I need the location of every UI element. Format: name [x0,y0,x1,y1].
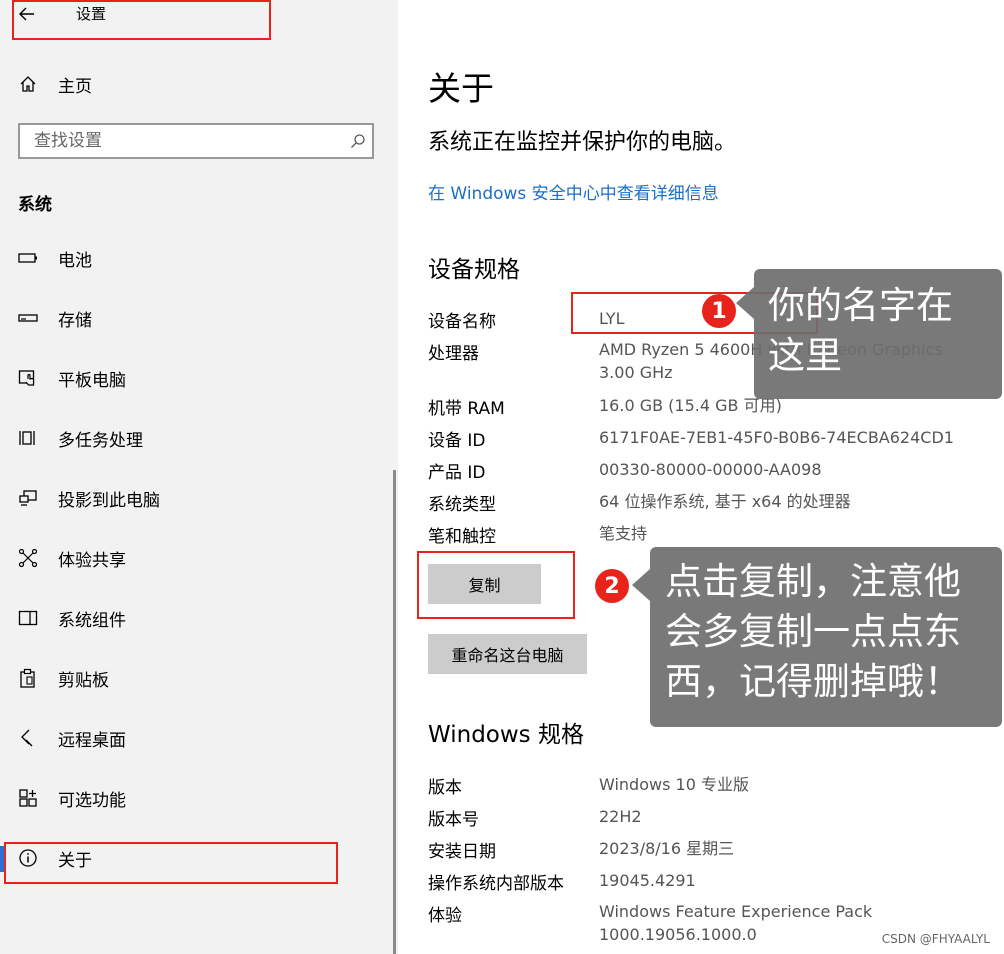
sidebar-item-label: 系统组件 [58,610,126,631]
spec-label: 安装日期 [428,842,496,862]
sidebar-item-battery[interactable]: 电池 [0,238,390,278]
main-content: 关于 系统正在监控并保护你的电脑。 在 Windows 安全中心中查看详细信息 … [398,0,1004,954]
spec-label: 版本 [428,778,462,798]
sidebar-item-label: 体验共享 [58,550,126,571]
security-center-link[interactable]: 在 Windows 安全中心中查看详细信息 [428,179,719,204]
section-title: 系统 [18,195,52,215]
spec-label: 体验 [428,906,462,926]
sidebar-item-multitasking[interactable]: 多任务处理 [0,418,390,458]
sidebar-item-label: 电池 [58,250,92,271]
search-icon[interactable] [344,133,372,149]
callout-text-line: 点击复制，注意他 [665,560,961,603]
sidebar-item-label: 平板电脑 [58,370,126,391]
sidebar-item-label: 投影到此电脑 [58,490,160,511]
copy-button[interactable]: 复制 [428,564,541,604]
spec-value-os-build: 19045.4291 [599,871,696,890]
project-icon [18,488,38,508]
sidebar-item-home[interactable]: 主页 [18,70,92,98]
app-title: 设置 [76,5,107,23]
storage-icon [18,308,38,328]
protection-status: 系统正在监控并保护你的电脑。 [428,130,737,155]
sidebar-item-label: 存储 [58,310,92,331]
components-icon [18,608,38,628]
sidebar-item-optional-features[interactable]: 可选功能 [0,778,390,818]
annotation-callout-1: 你的名字在 这里 [736,269,1002,399]
spec-label: 设备名称 [428,312,496,332]
annotation-badge-2: 2 [595,569,629,603]
sidebar-item-share[interactable]: 体验共享 [0,538,390,578]
callout-arrow [736,287,754,319]
sidebar-item-tablet[interactable]: 平板电脑 [0,358,390,398]
watermark: CSDN @FHYAALYL [881,932,990,946]
share-icon [18,548,38,568]
spec-label: 版本号 [428,810,479,830]
page-title: 关于 [428,69,494,108]
rename-pc-button[interactable]: 重命名这台电脑 [428,634,587,674]
callout-text-line: 会多复制一点点东 [665,610,961,653]
annotation-callout-2: 点击复制，注意他 会多复制一点点东 西，记得删掉哦！ [632,547,1002,727]
search-box[interactable] [18,123,374,159]
spec-value-product-id: 00330-80000-00000-AA098 [599,460,822,479]
battery-icon [18,248,38,268]
callout-arrow [632,569,650,601]
sidebar-item-clipboard[interactable]: 剪贴板 [0,658,390,698]
spec-label: 操作系统内部版本 [428,874,564,894]
sidebar-item-about[interactable]: 关于 [0,838,390,878]
annotation-box-title [12,0,271,40]
spec-label: 产品 ID [428,463,486,483]
spec-value-version: 22H2 [599,807,642,826]
spec-value-install-date: 2023/8/16 星期三 [599,839,735,858]
spec-label: 笔和触控 [428,527,496,547]
callout-text-line: 西，记得删掉哦！ [665,660,961,703]
spec-value-system-type: 64 位操作系统, 基于 x64 的处理器 [599,492,851,511]
spec-label: 机带 RAM [428,399,505,419]
remote-desktop-icon [18,728,38,748]
device-specs-title: 设备规格 [428,257,520,283]
spec-label: 系统类型 [428,495,496,515]
sidebar-item-label: 多任务处理 [58,430,143,451]
info-icon [18,848,38,868]
optional-features-icon [18,788,38,808]
sidebar-item-label: 关于 [58,850,92,871]
sidebar-item-storage[interactable]: 存储 [0,298,390,338]
sidebar: 设置 主页 系统 电池 存储 平板电脑 多任务处理 [0,0,398,954]
sidebar-item-remote-desktop[interactable]: 远程桌面 [0,718,390,758]
back-arrow-icon [18,5,36,23]
sidebar-item-label: 可选功能 [58,790,126,811]
spec-value-experience: Windows Feature Experience Pack [599,902,873,921]
home-icon [18,74,38,94]
spec-label: 设备 ID [428,431,486,451]
back-button[interactable] [18,2,36,26]
active-indicator [0,846,5,872]
spec-label: 处理器 [428,344,479,364]
multitasking-icon [18,428,38,448]
annotation-badge-1: 1 [702,294,736,328]
sidebar-item-components[interactable]: 系统组件 [0,598,390,638]
sidebar-scrollbar[interactable] [393,470,396,954]
search-input[interactable] [20,130,344,152]
spec-value-edition: Windows 10 专业版 [599,775,749,794]
callout-text-line: 你的名字在 [768,284,953,327]
callout-text-line: 这里 [768,334,842,377]
sidebar-item-project[interactable]: 投影到此电脑 [0,478,390,518]
windows-specs-title: Windows 规格 [428,722,584,748]
sidebar-item-label: 剪贴板 [58,670,109,691]
sidebar-item-label: 主页 [58,76,92,97]
spec-value-pen-touch: 笔支持 [599,524,648,543]
tablet-icon [18,368,38,388]
clipboard-icon [18,668,38,688]
spec-value-device-id: 6171F0AE-7EB1-45F0-B0B6-74ECBA624CD1 [599,428,954,447]
sidebar-item-label: 远程桌面 [58,730,126,751]
